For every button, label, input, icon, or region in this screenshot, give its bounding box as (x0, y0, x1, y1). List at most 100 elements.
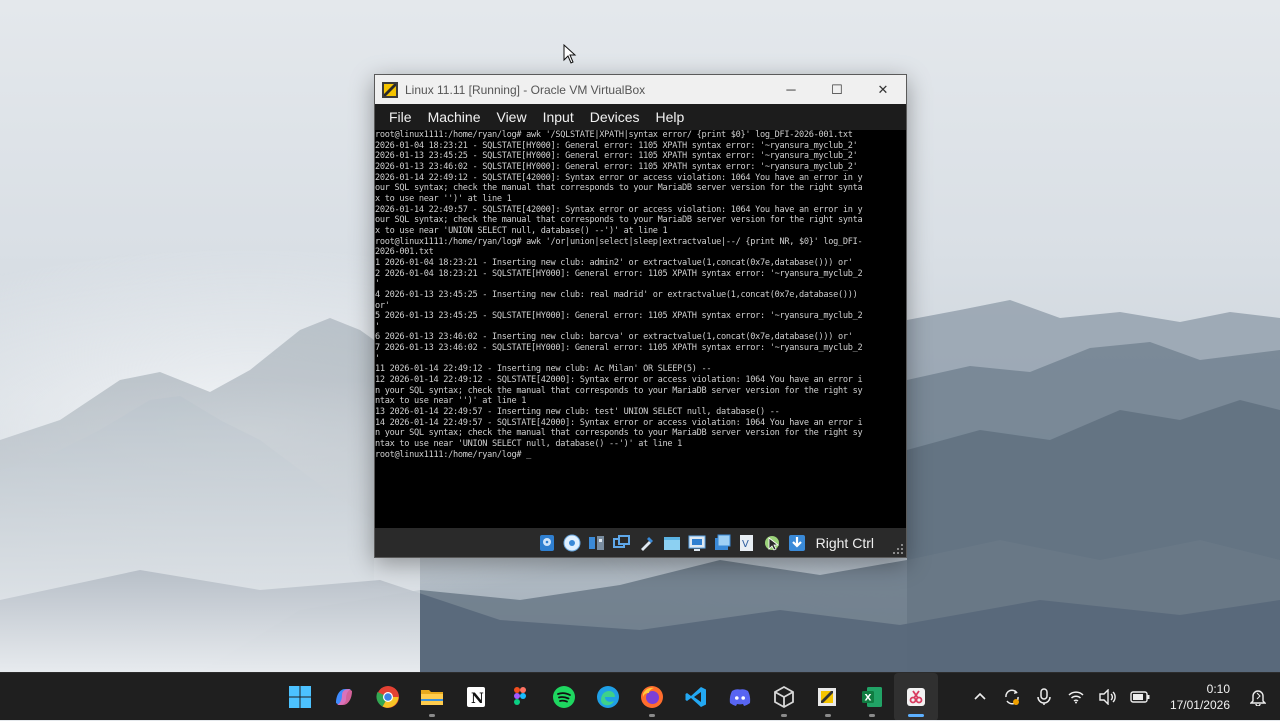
taskbar-vscode[interactable] (674, 673, 718, 721)
svg-text:N: N (471, 691, 484, 707)
window-title: Linux 11.11 [Running] - Oracle VM Virtua… (405, 82, 646, 97)
terminal-line: 6 2026-01-13 23:46:02 - Inserting new cl… (375, 332, 853, 343)
snipping-tool-icon (907, 688, 925, 706)
sync-icon[interactable] (1000, 685, 1024, 709)
menu-help[interactable]: Help (648, 104, 693, 130)
chevron-up-icon[interactable] (968, 685, 992, 709)
minimize-button[interactable]: ─ (768, 75, 814, 104)
terminal-line: our SQL syntax; check the manual that co… (375, 215, 863, 226)
taskbar-excel[interactable]: X (850, 673, 894, 721)
notion-icon: N (467, 687, 485, 707)
spotify-icon (553, 686, 575, 708)
menu-machine[interactable]: Machine (420, 104, 489, 130)
recording-icon[interactable] (712, 533, 732, 553)
terminal-output: root@linux1111:/home/ryan/log# awk '/SQL… (375, 130, 906, 460)
3d-viewer-icon (774, 685, 794, 709)
close-button[interactable]: ✕ (860, 75, 906, 104)
taskbar: N X 0:10 17/01/2026 (0, 672, 1280, 721)
hard-disk-icon[interactable] (537, 533, 557, 553)
menu-devices[interactable]: Devices (582, 104, 648, 130)
terminal-line: ntax to use near '')' at line 1 (375, 396, 527, 407)
taskbar-copilot[interactable] (322, 673, 366, 721)
terminal-line: 11 2026-01-14 22:49:12 - Inserting new c… (375, 364, 712, 375)
running-indicator (781, 714, 787, 717)
mouse-integration-icon[interactable] (762, 533, 782, 553)
taskbar-firefox[interactable] (630, 673, 674, 721)
clock[interactable]: 0:10 17/01/2026 (1170, 681, 1230, 713)
terminal-line: n your SQL syntax; check the manual that… (375, 428, 863, 439)
system-tray: 0:10 17/01/2026 (964, 673, 1280, 721)
terminal-line: root@linux1111:/home/ryan/log# awk '/or|… (375, 236, 863, 247)
battery-icon[interactable] (1128, 685, 1152, 709)
terminal-line: 1 2026-01-04 18:23:21 - Inserting new cl… (375, 257, 853, 268)
taskbar-discord[interactable] (718, 673, 762, 721)
terminal-line: 12 2026-01-14 22:49:12 - SQLSTATE[42000]… (375, 375, 863, 386)
svg-text:V: V (742, 539, 749, 550)
menu-file[interactable]: File (381, 104, 420, 130)
terminal-line: ' (375, 321, 380, 332)
notification-bell-icon[interactable] (1246, 685, 1270, 709)
start-button[interactable] (278, 673, 322, 721)
terminal-line: x to use near 'UNION SELECT null, databa… (375, 225, 668, 236)
host-key-label: Right Ctrl (815, 534, 874, 551)
svg-text:X: X (865, 694, 872, 704)
optical-drive-icon[interactable] (562, 533, 582, 553)
menu-view[interactable]: View (488, 104, 534, 130)
terminal-line: 2026-01-13 23:45:25 - SQLSTATE[HY000]: G… (375, 151, 858, 162)
volume-icon[interactable] (1096, 685, 1120, 709)
terminal-line: 2026-001.txt (375, 247, 434, 258)
vm-status-bar: V Right Ctrl (375, 528, 906, 557)
running-indicator (429, 714, 435, 717)
vt-x-icon[interactable]: V (737, 533, 757, 553)
terminal-line: ' (375, 279, 380, 290)
edge-icon (597, 686, 619, 708)
start-icon (289, 686, 311, 708)
keyboard-capture-icon[interactable] (787, 533, 807, 553)
taskbar-virtualbox[interactable] (806, 673, 850, 721)
menu-input[interactable]: Input (535, 104, 582, 130)
maximize-button[interactable]: ☐ (814, 75, 860, 104)
terminal-line: 2026-01-13 23:46:02 - SQLSTATE[HY000]: G… (375, 161, 858, 172)
vscode-icon (685, 687, 706, 707)
wifi-icon[interactable] (1064, 685, 1088, 709)
terminal-line: 5 2026-01-13 23:45:25 - SQLSTATE[HY000]:… (375, 311, 863, 322)
terminal-line: root@linux1111:/home/ryan/log# awk '/SQL… (375, 130, 853, 140)
clock-time: 0:10 (1206, 682, 1230, 696)
active-indicator (908, 714, 924, 717)
terminal-line: ntax to use near 'UNION SELECT null, dat… (375, 439, 683, 450)
display-icon[interactable] (687, 533, 707, 553)
terminal-line: 7 2026-01-13 23:46:02 - SQLSTATE[HY000]:… (375, 343, 863, 354)
microphone-icon[interactable] (1032, 685, 1056, 709)
terminal-line: our SQL syntax; check the manual that co… (375, 183, 863, 194)
title-bar[interactable]: Linux 11.11 [Running] - Oracle VM Virtua… (375, 75, 906, 104)
taskbar-figma[interactable] (498, 673, 542, 721)
usb-icon[interactable] (637, 533, 657, 553)
file-explorer-icon (421, 690, 443, 705)
taskbar-notion[interactable]: N (454, 673, 498, 721)
shared-folders-icon[interactable] (662, 533, 682, 553)
virtualbox-window[interactable]: Linux 11.11 [Running] - Oracle VM Virtua… (374, 74, 907, 558)
running-indicator (649, 714, 655, 717)
mouse-cursor-icon (563, 44, 577, 64)
taskbar-file-explorer[interactable] (410, 673, 454, 721)
taskbar-spotify[interactable] (542, 673, 586, 721)
taskbar-apps: N X (278, 673, 938, 721)
terminal-line: 2026-01-14 22:49:57 - SQLSTATE[42000]: S… (375, 204, 863, 215)
vm-console-screen[interactable]: root@linux1111:/home/ryan/log# awk '/SQL… (375, 130, 906, 529)
chrome-icon (376, 686, 399, 708)
terminal-line: x to use near '')' at line 1 (375, 193, 512, 204)
taskbar-chrome[interactable] (366, 673, 410, 721)
running-indicator (869, 714, 875, 717)
discord-icon (729, 689, 751, 706)
taskbar-edge[interactable] (586, 673, 630, 721)
terminal-line: 2026-01-14 22:49:12 - SQLSTATE[42000]: S… (375, 172, 863, 183)
terminal-line: 2026-01-04 18:23:21 - SQLSTATE[HY000]: G… (375, 140, 858, 151)
resize-grip-icon[interactable] (892, 543, 904, 555)
terminal-line: 13 2026-01-14 22:49:57 - Inserting new c… (375, 407, 780, 418)
network-icon[interactable] (612, 533, 632, 553)
audio-icon[interactable] (587, 533, 607, 553)
terminal-line: n your SQL syntax; check the manual that… (375, 385, 863, 396)
taskbar-3d-viewer[interactable] (762, 673, 806, 721)
taskbar-snipping-tool[interactable] (894, 673, 938, 721)
terminal-line: or' (375, 300, 390, 311)
